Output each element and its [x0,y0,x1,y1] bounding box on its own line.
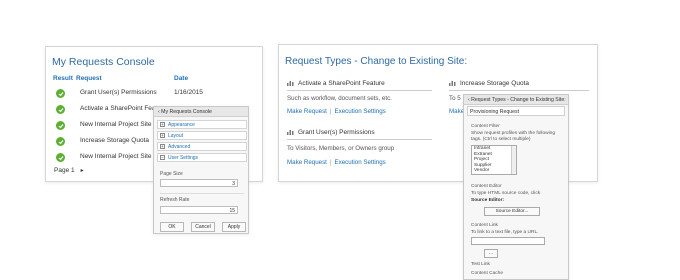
request-types-title: Request Types - Change to Existing Site: [285,56,468,67]
chart-icon [449,81,456,87]
next-page-icon[interactable]: ▸ [81,168,84,174]
request-type-actions: Make Request | Execution Settings [287,108,386,115]
make-request-link[interactable]: Make Request [287,108,327,115]
table-row[interactable]: Grant User(s) Permissions 1/16/2015 [46,87,264,101]
request-type-title[interactable]: Grant User(s) Permissions [287,129,375,136]
console-title: My Requests Console [52,56,155,68]
expand-icon: + [160,122,165,128]
execution-settings-link[interactable]: Execution Settings [335,108,386,115]
pager: Page 1 ▸ [54,167,84,174]
dialog-title[interactable]: ‹ My Requests Console [154,107,248,117]
apply-button[interactable]: Apply [222,222,246,232]
section-appearance[interactable]: + Appearance [157,120,247,129]
col-request-header[interactable]: Request [76,75,102,82]
col-date-header[interactable]: Date [174,75,188,82]
ok-button[interactable]: OK [160,222,184,232]
section-user-settings[interactable]: − User Settings [157,153,247,162]
content-link-input[interactable] [471,237,545,245]
check-icon [56,153,65,162]
content-cache-label: Content Cache [471,271,503,276]
section-provisioning-request[interactable]: Provisioning Request [467,106,565,116]
webpart-settings-dialog: ‹ My Requests Console + Appearance + Layou… [153,106,249,234]
execution-settings-link[interactable]: Execution Settings [335,159,386,166]
content-link-desc: To link to a text file, type a URL. [471,230,539,235]
provisioning-dialog: ‹ Request Types - Change to Existing Sit… [463,94,569,280]
refresh-rate-label: Refresh Rate [160,197,190,203]
request-link[interactable]: Increase Storage Quota [80,137,149,144]
dialog-title[interactable]: ‹ Request Types - Change to Existing Sit… [464,95,568,105]
divider [287,90,432,91]
request-link[interactable]: New Internal Project Site ( [80,121,156,128]
request-type-title[interactable]: Activate a SharePoint Feature [287,80,385,87]
col-result-header[interactable]: Result [53,75,73,82]
page-size-label: Page Size [160,171,183,177]
divider [449,90,589,91]
source-editor-hint: Source Editor: [471,198,505,203]
check-icon [56,137,65,146]
page-size-input[interactable]: 3 [160,179,238,187]
content-filter-label: Content Filter [471,124,500,129]
page-label: Page 1 [54,167,75,174]
content-filter-desc: Show request profiles with the following [471,131,555,136]
tag-listbox[interactable]: Intranet Extranet Project Supplier Vendo… [471,145,517,175]
check-icon [56,89,65,98]
request-type-description: To Visitors, Members, or Owners group [287,145,395,152]
request-type-actions: Make Request | Execution Settings [287,159,386,166]
section-layout[interactable]: + Layout [157,131,247,140]
content-editor-label: Content Editor [471,184,502,189]
check-icon [56,105,65,114]
check-icon [56,121,65,130]
collapse-icon: − [160,155,165,161]
browse-button[interactable]: ... [484,249,498,258]
refresh-rate-input[interactable]: 15 [160,206,238,214]
section-advanced[interactable]: + Advanced [157,142,247,151]
request-type-description: To 5 [449,95,461,102]
request-date: 1/16/2015 [174,89,203,96]
expand-icon: + [160,144,165,150]
expand-icon: + [160,133,165,139]
list-item[interactable]: Vendor [472,168,516,174]
divider [287,139,432,140]
request-type-title[interactable]: Increase Storage Quota [449,80,529,87]
content-link-label: Content Link [471,223,498,228]
content-editor-desc: To type HTML source code, click [471,191,541,196]
listbox-scrollbar[interactable] [511,146,516,174]
cancel-button[interactable]: Cancel [191,222,215,232]
request-link[interactable]: New Internal Project Site ( [80,153,156,160]
make-request-link[interactable]: Make Request [287,159,327,166]
source-editor-button[interactable]: Source Editor... [484,207,540,216]
chart-icon [287,81,294,87]
request-link[interactable]: Grant User(s) Permissions [80,89,157,96]
request-link[interactable]: Activate a SharePoint Featu [80,105,161,112]
test-link[interactable]: Test Link [471,262,490,267]
chart-icon [287,130,294,136]
content-filter-desc: tags. (Ctrl to select multiple) [471,137,531,142]
divider [160,193,244,194]
request-type-description: Such as workflow, document sets, etc. [287,95,392,102]
